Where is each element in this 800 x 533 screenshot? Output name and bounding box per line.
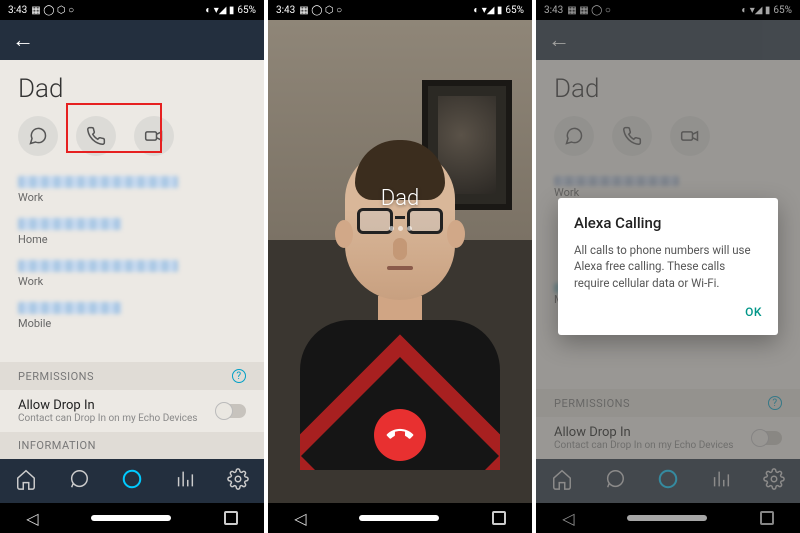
setting-title: Allow Drop In [18, 398, 197, 413]
phone-hangup-icon [382, 417, 419, 454]
setting-subtitle: Contact can Drop In on my Echo Devices [18, 413, 197, 424]
section-label: PERMISSIONS [18, 370, 94, 383]
home-icon [15, 468, 37, 490]
nav-home-pill[interactable] [91, 515, 171, 521]
tab-home[interactable] [15, 468, 37, 494]
section-label: INFORMATION [18, 439, 96, 452]
permissions-section-header: PERMISSIONS ? [0, 362, 264, 390]
drop-in-row[interactable]: Allow Drop In Contact can Drop In on my … [0, 390, 264, 432]
status-time: 3:43 [8, 5, 27, 16]
gear-icon [227, 468, 249, 490]
status-icons: ◐ ▾◢ ▮ [205, 5, 234, 16]
screen-contact-detail: 3:43 ▦ ◯ ⬡ ○ ◐ ▾◢ ▮ 65% ← Dad Work Home … [0, 0, 264, 533]
phone-number-list: Work Home Work Mobile [0, 170, 264, 362]
phone-label: Mobile [18, 317, 246, 330]
equalizer-icon [174, 468, 196, 490]
information-section-header: INFORMATION [0, 432, 264, 459]
highlight-box [66, 103, 162, 153]
dialog-title: Alexa Calling [574, 214, 762, 232]
screen-contact-detail-dialog: 3:43 ▦ ▦ ◯ ○ ◐ ▾◢ ▮ 65% ← Dad Work Mobil… [536, 0, 800, 533]
video-feed: Dad [268, 20, 532, 503]
caller-name-label: Dad [268, 186, 532, 211]
message-button[interactable] [18, 116, 58, 156]
android-nav-bar: ◁ [0, 503, 264, 533]
tab-alexa[interactable] [121, 468, 143, 494]
chat-icon [28, 126, 48, 146]
nav-back-icon[interactable]: ◁ [26, 509, 38, 528]
android-status-bar: 3:43 ▦ ◯ ⬡ ○ ◐ ▾◢ ▮ 65% [0, 0, 264, 20]
status-icon: ▦ ◯ ⬡ ○ [299, 5, 342, 16]
status-battery: 65% [237, 5, 256, 16]
drop-in-text: Allow Drop In Contact can Drop In on my … [18, 398, 197, 424]
status-icon: ▦ ◯ ⬡ ○ [31, 5, 74, 16]
tab-play[interactable] [174, 468, 196, 494]
dialog-body: All calls to phone numbers will use Alex… [574, 242, 762, 290]
nav-home-pill[interactable] [359, 515, 439, 521]
app-header: ← [0, 20, 264, 60]
nav-back-icon[interactable]: ◁ [294, 509, 306, 528]
drop-in-toggle[interactable] [216, 404, 246, 418]
tab-settings[interactable] [227, 468, 249, 494]
nav-recents-icon[interactable] [224, 511, 238, 525]
end-call-button[interactable] [374, 409, 426, 461]
phone-item[interactable]: Mobile [0, 296, 264, 338]
status-time: 3:43 [276, 5, 295, 16]
phone-label: Work [18, 275, 246, 288]
help-icon[interactable]: ? [232, 369, 246, 383]
redacted-number [18, 176, 178, 188]
dialog-ok-button[interactable]: OK [574, 305, 762, 319]
nav-recents-icon[interactable] [492, 511, 506, 525]
android-nav-bar: ◁ [268, 503, 532, 533]
alexa-calling-dialog: Alexa Calling All calls to phone numbers… [558, 198, 778, 334]
screen-video-call: 3:43 ▦ ◯ ⬡ ○ ◐ ▾◢ ▮ 65% Dad ◁ [268, 0, 532, 533]
phone-item[interactable]: Home [0, 212, 264, 254]
alexa-ring-icon [121, 468, 143, 490]
redacted-number [18, 302, 121, 314]
redacted-number [18, 218, 121, 230]
connecting-dots [268, 216, 532, 235]
redacted-number [18, 260, 178, 272]
chat-icon [68, 468, 90, 490]
phone-label: Home [18, 233, 246, 246]
status-battery: 65% [505, 5, 524, 16]
status-icons: ◐ ▾◢ ▮ [473, 5, 502, 16]
tab-communicate[interactable] [68, 468, 90, 494]
android-status-bar: 3:43 ▦ ◯ ⬡ ○ ◐ ▾◢ ▮ 65% [268, 0, 532, 20]
modal-overlay[interactable]: Alexa Calling All calls to phone numbers… [536, 0, 800, 533]
phone-label: Work [18, 191, 246, 204]
phone-item[interactable]: Work [0, 254, 264, 296]
bottom-tab-bar [0, 459, 264, 503]
phone-item[interactable]: Work [0, 170, 264, 212]
back-arrow-icon[interactable]: ← [12, 27, 34, 53]
